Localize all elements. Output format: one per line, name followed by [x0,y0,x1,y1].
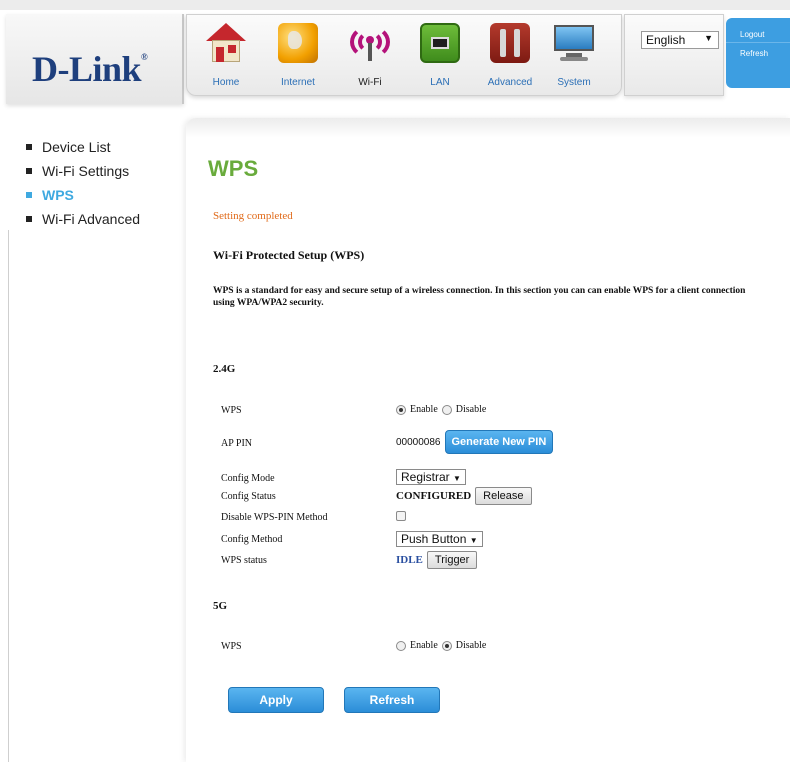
wps-24g-label: WPS [221,405,242,416]
ap-pin-label: AP PIN [221,438,253,449]
band-5g-title: 5G [213,600,228,612]
dlink-logo: D-Link® [32,49,148,89]
sidebar-item-label: Wi-Fi Advanced [42,211,141,227]
wps-status-label: WPS status [221,555,267,566]
nav-internet[interactable]: Internet [263,23,333,95]
nav-system-label: System [557,77,591,88]
logo-panel: D-Link® [6,14,184,104]
config-mode-select[interactable]: Registrar ▼ [396,469,466,485]
language-panel: English ▼ [624,14,724,96]
bullet-icon [26,192,32,198]
band-24g-title: 2.4G [213,363,236,375]
page-title: WPS [208,156,259,181]
wps-5g-enable-radio[interactable] [396,640,406,651]
top-nav: Home Internet Wi-Fi LAN Advanced System [186,14,622,96]
nav-advanced-label: Advanced [487,77,533,88]
bullet-icon [26,168,32,174]
config-status-value: CONFIGURED [396,490,472,502]
config-status-row: CONFIGURED Release [396,487,532,505]
nav-lan[interactable]: LAN [405,23,475,95]
monitor-icon [554,23,594,63]
sidebar: Device List Wi-Fi Settings WPS Wi-Fi Adv… [26,135,140,231]
disable-label: Disable [455,640,487,651]
bullet-icon [26,144,32,150]
globe-icon [278,23,318,63]
wps-status-row: IDLE Trigger [396,551,478,569]
wps-24g-radio-group: Enable Disable [396,404,486,415]
release-button[interactable]: Release [475,487,532,505]
disable-pin-label: Disable WPS-PIN Method [221,512,328,523]
chevron-down-icon: ▼ [453,474,461,483]
toolbox-icon [490,23,530,63]
sidebar-item-wifi-settings[interactable]: Wi-Fi Settings [26,159,140,183]
sidebar-item-label: WPS [42,187,74,203]
config-status-label: Config Status [221,491,276,502]
session-buttons: Logout Refresh [726,18,790,88]
router-admin-page: D-Link® Home Internet Wi-Fi LAN Advanced [0,0,790,762]
main-content: WPS Setting completed Wi-Fi Protected Se… [186,118,790,762]
nav-system[interactable]: System [539,23,609,95]
config-method-label: Config Method [221,534,283,545]
home-icon [206,23,246,63]
chevron-down-icon: ▼ [469,536,478,545]
divider [8,230,9,762]
config-method-select[interactable]: Push Button ▼ [396,531,483,547]
nav-advanced[interactable]: Advanced [475,23,545,95]
sidebar-item-wifi-advanced[interactable]: Wi-Fi Advanced [26,207,140,231]
bullet-icon [26,216,32,222]
wps-5g-disable-radio[interactable] [441,640,452,651]
top-strip [0,0,790,10]
refresh-link[interactable]: Refresh [726,42,790,58]
status-message: Setting completed [213,210,293,222]
nav-home-label: Home [212,77,240,88]
chevron-down-icon: ▼ [704,33,713,43]
sidebar-item-wps[interactable]: WPS [26,183,140,207]
nav-wifi[interactable]: Wi-Fi [335,23,405,95]
logout-link[interactable]: Logout [726,18,790,42]
lan-port-icon [420,23,460,63]
disable-pin-checkbox[interactable] [396,511,406,521]
config-method-row: Push Button ▼ [396,531,483,547]
sidebar-item-label: Device List [42,139,111,155]
wps-5g-label: WPS [221,641,242,652]
wps-5g-radio-group: Enable Disable [396,640,486,651]
nav-home[interactable]: Home [191,23,261,95]
section-title: Wi-Fi Protected Setup (WPS) [213,248,365,262]
wps-24g-disable-radio[interactable] [441,404,452,415]
ap-pin-value: 00000086 [396,436,441,448]
apply-button[interactable]: Apply [228,687,324,713]
nav-internet-label: Internet [281,77,315,88]
wifi-icon [350,23,390,63]
nav-wifi-label: Wi-Fi [358,77,382,88]
ap-pin-row: 00000086 Generate New PIN [396,430,554,454]
wps-status-value: IDLE [396,554,423,566]
section-description: WPS is a standard for easy and secure se… [213,286,746,308]
config-mode-label: Config Mode [221,473,275,484]
refresh-button[interactable]: Refresh [344,687,440,713]
sidebar-item-device-list[interactable]: Device List [26,135,140,159]
wps-24g-enable-radio[interactable] [396,404,406,415]
enable-label: Enable [410,404,438,415]
sidebar-item-label: Wi-Fi Settings [42,163,130,179]
trigger-button[interactable]: Trigger [426,551,478,569]
generate-pin-button[interactable]: Generate New PIN [444,430,554,454]
language-select[interactable]: English ▼ [641,31,719,49]
disable-label: Disable [455,404,487,415]
nav-lan-label: LAN [430,77,450,88]
enable-label: Enable [410,640,438,651]
config-mode-row: Registrar ▼ [396,469,466,485]
content-shade [186,118,790,138]
disable-pin-row [396,511,406,521]
